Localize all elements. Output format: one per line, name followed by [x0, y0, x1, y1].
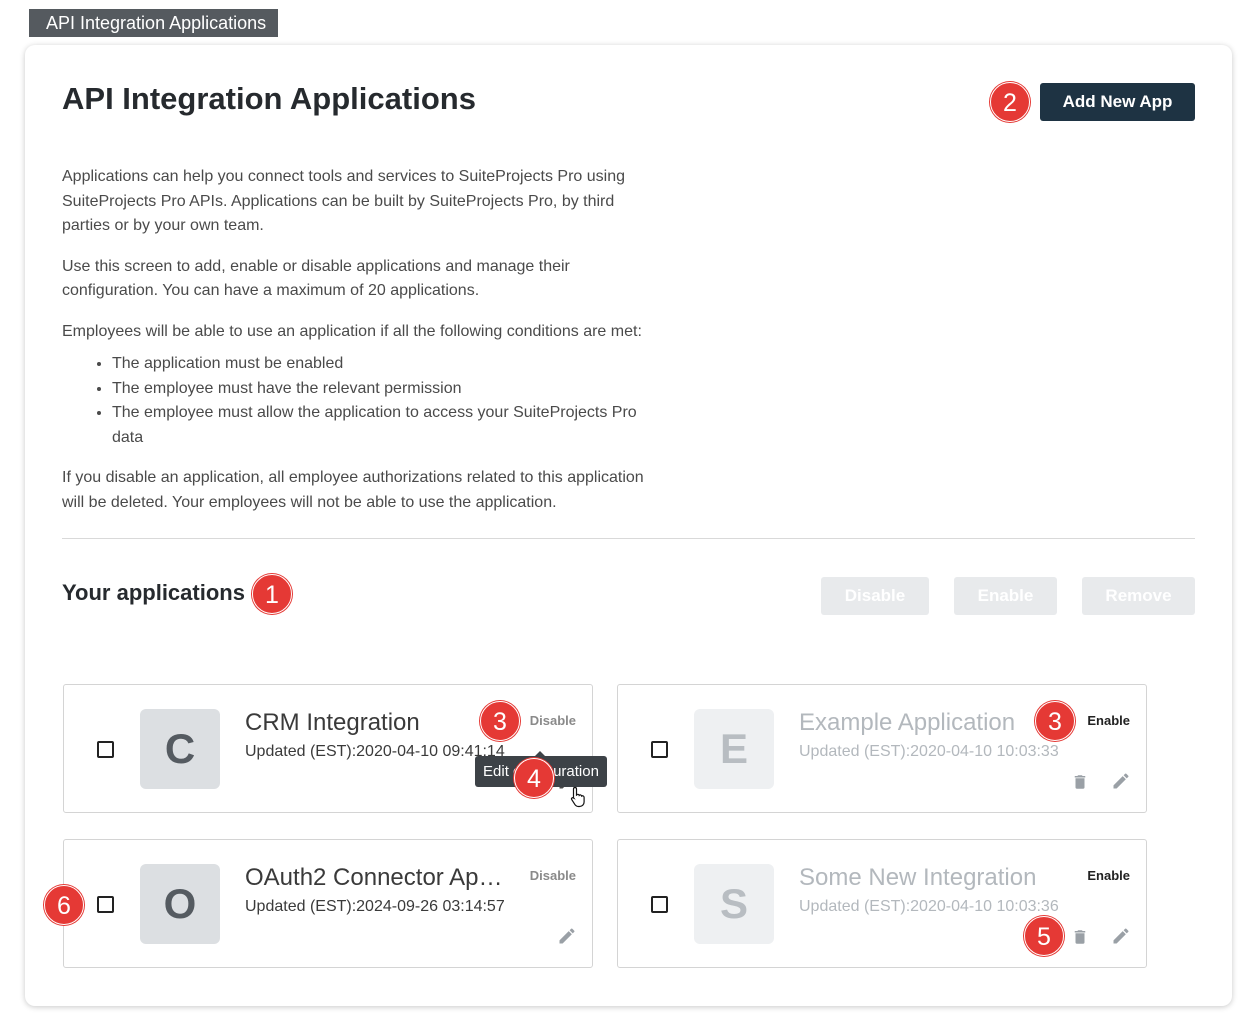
page-tab-label: API Integration Applications: [29, 9, 278, 37]
app-name: Example Application: [799, 709, 1016, 736]
condition-item: The employee must have the relevant perm…: [112, 377, 662, 402]
callout-badge-6: 6: [44, 885, 84, 925]
condition-item: The employee must allow the application …: [112, 401, 662, 450]
callout-badge-5: 5: [1024, 916, 1064, 956]
app-name: OAuth2 Connector Application: [245, 864, 507, 891]
pencil-icon[interactable]: [557, 926, 577, 946]
callout-badge-1: 1: [252, 574, 292, 614]
app-select-checkbox[interactable]: [97, 741, 114, 758]
app-enable-link[interactable]: Enable: [1087, 713, 1130, 728]
description-paragraph: Employees will be able to use an applica…: [62, 322, 642, 340]
app-avatar: O: [140, 864, 220, 944]
bulk-disable-button[interactable]: Disable: [821, 577, 929, 615]
hand-cursor-icon: [570, 786, 585, 808]
app-updated-timestamp: Updated (EST):2020-04-10 10:03:36: [799, 898, 1059, 915]
app-updated-timestamp: Updated (EST):2020-04-10 10:03:33: [799, 743, 1059, 760]
bulk-enable-button[interactable]: Enable: [954, 577, 1057, 615]
section-divider: [62, 538, 1195, 539]
trash-icon[interactable]: [1071, 772, 1089, 792]
app-card-example-application: E Example Application Updated (EST):2020…: [617, 684, 1147, 813]
app-updated-timestamp: Updated (EST):2020-04-10 09:41:14: [245, 743, 505, 760]
callout-badge-2: 2: [990, 82, 1030, 122]
your-applications-heading: Your applications: [62, 580, 245, 605]
trash-icon[interactable]: [1071, 927, 1089, 947]
conditions-list: The application must be enabled The empl…: [62, 352, 662, 450]
app-card-some-new-integration: S Some New Integration Updated (EST):202…: [617, 839, 1147, 968]
bulk-remove-button[interactable]: Remove: [1082, 577, 1195, 615]
app-name: Some New Integration: [799, 864, 1037, 891]
description: Applications can help you connect tools …: [62, 165, 662, 531]
condition-item: The application must be enabled: [112, 352, 662, 377]
app-avatar: E: [694, 709, 774, 789]
app-select-checkbox[interactable]: [651, 896, 668, 913]
callout-badge-3: 3: [480, 701, 520, 741]
app-disable-link[interactable]: Disable: [530, 713, 576, 728]
description-paragraph: If you disable an application, all emplo…: [62, 469, 644, 511]
description-paragraph: Use this screen to add, enable or disabl…: [62, 257, 570, 300]
app-select-checkbox[interactable]: [651, 741, 668, 758]
app-updated-timestamp: Updated (EST):2024-09-26 03:14:57: [245, 898, 505, 915]
app-name: CRM Integration: [245, 709, 420, 736]
app-card-oauth2-connector: O OAuth2 Connector Application Updated (…: [63, 839, 593, 968]
callout-badge-4: 4: [514, 758, 554, 798]
app-card-crm-integration: C CRM Integration Updated (EST):2020-04-…: [63, 684, 593, 813]
app-avatar: C: [140, 709, 220, 789]
app-avatar: S: [694, 864, 774, 944]
description-paragraph: Applications can help you connect tools …: [62, 168, 625, 234]
app-disable-link[interactable]: Disable: [530, 868, 576, 883]
callout-badge-3: 3: [1035, 701, 1075, 741]
add-new-app-button[interactable]: Add New App: [1040, 83, 1195, 121]
app-enable-link[interactable]: Enable: [1087, 868, 1130, 883]
pencil-icon[interactable]: [1111, 771, 1131, 791]
pencil-icon[interactable]: [1111, 926, 1131, 946]
app-select-checkbox[interactable]: [97, 896, 114, 913]
page-title: API Integration Applications: [62, 81, 476, 116]
